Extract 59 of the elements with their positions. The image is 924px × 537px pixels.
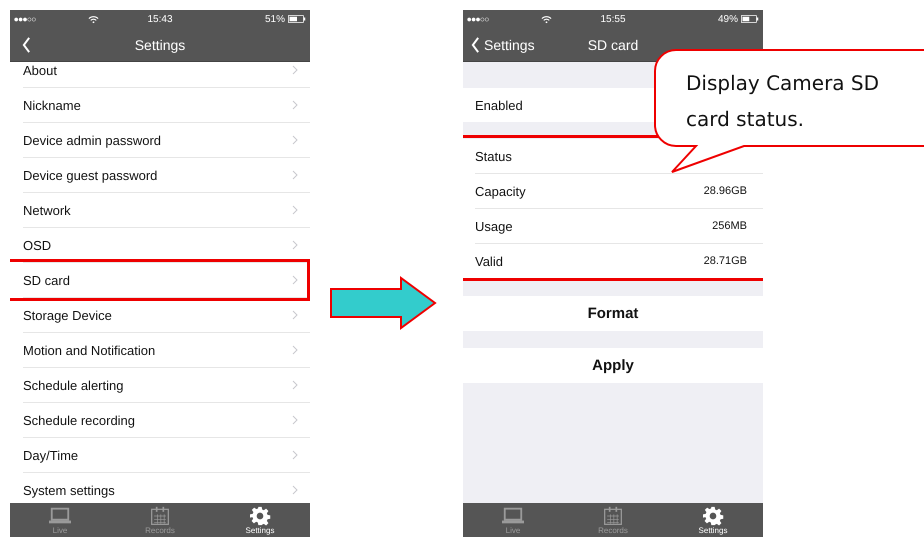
chevron-icon bbox=[292, 275, 298, 285]
chevron-icon bbox=[292, 240, 298, 250]
chevron-icon bbox=[292, 450, 298, 460]
chevron-icon bbox=[292, 485, 298, 495]
screen-title: SD card bbox=[588, 36, 638, 52]
calendar-icon bbox=[149, 506, 171, 526]
settings-item[interactable]: Device guest password bbox=[23, 158, 310, 193]
tab[interactable]: Settings bbox=[210, 503, 310, 537]
screen-title: Settings bbox=[134, 36, 186, 52]
battery-icon bbox=[741, 15, 759, 23]
laptop-icon bbox=[49, 506, 71, 526]
chevron-icon bbox=[292, 135, 298, 145]
battery-icon bbox=[288, 15, 306, 23]
wifi-icon bbox=[541, 14, 552, 24]
settings-item[interactable]: Motion and Notification bbox=[23, 333, 310, 368]
laptop-icon bbox=[502, 506, 524, 526]
settings-item[interactable]: Storage Device bbox=[23, 298, 310, 333]
settings-icon bbox=[702, 506, 724, 526]
back-button[interactable]: Settings bbox=[459, 36, 535, 52]
chevron-icon bbox=[292, 380, 298, 390]
row-label: Valid bbox=[475, 254, 503, 268]
row-label: Usage bbox=[475, 218, 513, 234]
signal-icon bbox=[467, 16, 489, 22]
row-value: 28.96GB bbox=[704, 185, 747, 197]
status-time: 15:55 bbox=[599, 14, 627, 24]
row-label: Status bbox=[475, 148, 512, 164]
settings-item[interactable]: Network bbox=[23, 193, 310, 228]
settings-item[interactable]: Day/Time bbox=[23, 438, 310, 473]
wifi-icon bbox=[88, 14, 99, 24]
row-value: 256MB bbox=[712, 220, 747, 232]
row-label: Enabled bbox=[475, 98, 523, 112]
signal-icon bbox=[14, 16, 36, 22]
settings-item[interactable]: About bbox=[23, 62, 310, 88]
chevron-icon bbox=[292, 310, 298, 320]
action-button[interactable]: Apply bbox=[463, 348, 763, 383]
chevron-icon bbox=[292, 170, 298, 180]
settings-item[interactable]: Schedule alerting bbox=[23, 368, 310, 403]
settings-item[interactable]: Schedule recording bbox=[23, 403, 310, 438]
settings-icon bbox=[249, 506, 271, 526]
chevron-icon bbox=[292, 100, 298, 110]
settings-item[interactable]: Nickname bbox=[23, 88, 310, 123]
status-time: 15:43 bbox=[146, 14, 174, 24]
settings-item[interactable]: SD card bbox=[23, 263, 310, 298]
chevron-icon bbox=[292, 415, 298, 425]
chevron-icon bbox=[292, 65, 298, 75]
battery-percent: 51% bbox=[264, 14, 285, 24]
battery-percent: 49% bbox=[718, 14, 738, 24]
tab[interactable]: Settings bbox=[663, 503, 763, 537]
settings-item[interactable]: Device admin password bbox=[23, 123, 310, 158]
chevron-icon bbox=[292, 205, 298, 215]
settings-item[interactable]: OSD bbox=[23, 228, 310, 263]
back-chevron-icon[interactable] bbox=[22, 36, 31, 52]
row-value: 28.71GB bbox=[704, 255, 747, 267]
back-chevron-icon bbox=[471, 36, 480, 52]
action-button[interactable]: Format bbox=[463, 296, 763, 331]
row-label: Capacity bbox=[475, 184, 526, 198]
callout-text: Display Camera SD card status. bbox=[686, 70, 880, 133]
calendar-icon bbox=[602, 506, 624, 526]
chevron-icon bbox=[292, 345, 298, 355]
